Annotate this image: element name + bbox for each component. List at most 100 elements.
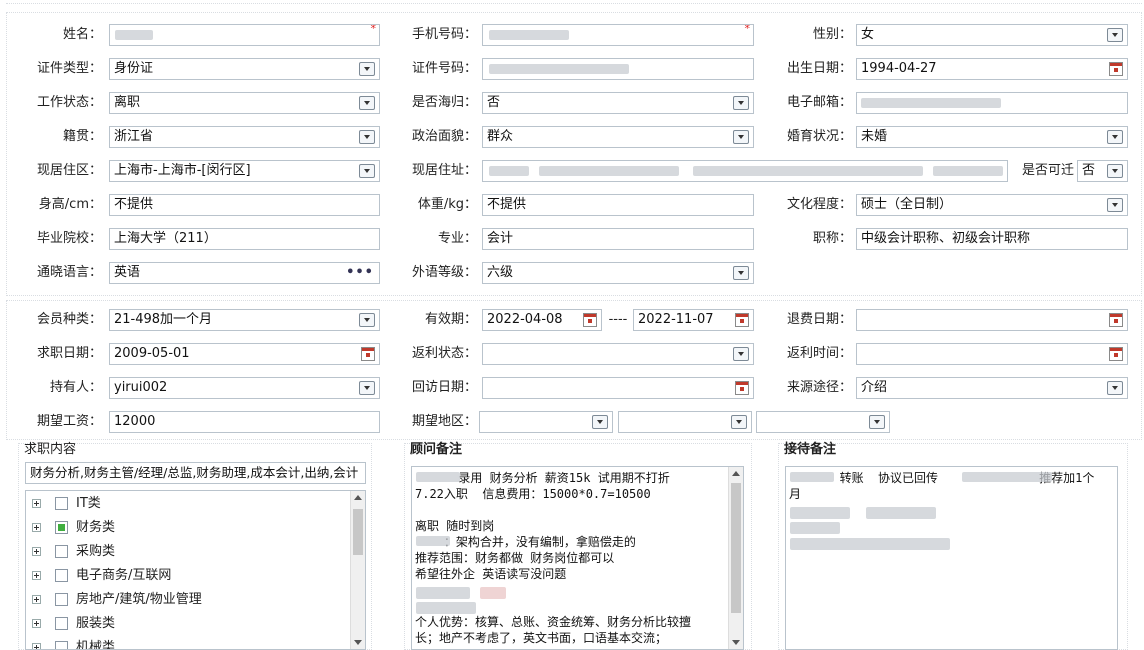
scroll-up-icon[interactable] [354, 495, 362, 500]
major-field[interactable]: 会计 [482, 228, 754, 250]
calendar-icon[interactable] [735, 313, 749, 327]
note-line: 长；地产不考虑了，英文书面，口语基本交流； [415, 631, 668, 645]
job-date-field[interactable]: 2009-05-01 [109, 343, 380, 365]
chevron-down-icon[interactable] [359, 381, 375, 395]
category-checkbox[interactable] [55, 521, 68, 534]
category-checkbox[interactable] [55, 641, 68, 649]
region-city-select[interactable] [618, 411, 752, 433]
chevron-down-icon[interactable] [1107, 381, 1123, 395]
valid-end-field[interactable]: 2022-11-07 [633, 309, 754, 331]
email-field[interactable] [856, 92, 1128, 114]
marital-value: 未婚 [861, 129, 888, 144]
id-type-select[interactable]: 身份证 [109, 58, 380, 80]
residence-area-select[interactable]: 上海市-上海市-[闵行区] [109, 160, 380, 182]
calendar-icon[interactable] [735, 381, 749, 395]
tree-scrollbar[interactable] [350, 491, 365, 649]
scroll-thumb[interactable] [353, 509, 363, 555]
name-field[interactable]: * [109, 24, 380, 46]
chevron-down-icon[interactable] [359, 164, 375, 178]
chevron-down-icon[interactable] [1107, 28, 1123, 42]
address-field[interactable] [482, 160, 1008, 182]
category-checkbox[interactable] [55, 617, 68, 630]
refund-date-field[interactable] [856, 309, 1128, 331]
chevron-down-icon[interactable] [359, 130, 375, 144]
phone-field[interactable]: * [482, 24, 754, 46]
birth-date-field[interactable]: 1994-04-27 [856, 58, 1128, 80]
education-select[interactable]: 硕士（全日制） [856, 194, 1128, 216]
chevron-down-icon[interactable] [869, 415, 885, 429]
chevron-down-icon[interactable] [733, 347, 749, 361]
chevron-down-icon[interactable] [1107, 198, 1123, 212]
gender-select[interactable]: 女 [856, 24, 1128, 46]
category-checkbox[interactable] [55, 593, 68, 606]
scroll-down-icon[interactable] [732, 640, 740, 645]
chevron-down-icon[interactable] [731, 415, 747, 429]
calendar-icon[interactable] [583, 313, 597, 327]
required-star-icon: * [370, 24, 377, 35]
personal-info-frame [6, 12, 1142, 296]
marital-select[interactable]: 未婚 [856, 126, 1128, 148]
reception-notes-textarea[interactable]: 转账 协议已回传 推荐加1个 月 [785, 466, 1118, 650]
member-type-select[interactable]: 21-498加一个月 [109, 309, 380, 331]
scroll-up-icon[interactable] [732, 471, 740, 476]
consultant-notes-textarea[interactable]: 录用 财务分析 薪资15k 试用期不打折 7.22入职 信息费用：15000*0… [411, 466, 744, 650]
job-content-summary[interactable]: 财务分析,财务主管/经理/总监,财务助理,成本会计,出纳,会计 [25, 462, 366, 484]
notes-scrollbar[interactable] [728, 467, 743, 649]
height-field[interactable]: 不提供 [109, 194, 380, 216]
expand-icon[interactable] [32, 619, 41, 628]
id-number-field[interactable] [482, 58, 754, 80]
rebate-time-field[interactable] [856, 343, 1128, 365]
chevron-down-icon[interactable] [1107, 164, 1123, 178]
chevron-down-icon[interactable] [359, 96, 375, 110]
expand-icon[interactable] [32, 523, 41, 532]
category-checkbox[interactable] [55, 569, 68, 582]
calendar-icon[interactable] [1109, 347, 1123, 361]
note-line: 转账 协议已回传 推荐加1个 [789, 471, 1095, 485]
chevron-down-icon[interactable] [592, 415, 608, 429]
chevron-down-icon[interactable] [733, 96, 749, 110]
weight-field[interactable]: 不提供 [482, 194, 754, 216]
visit-date-field[interactable] [482, 377, 754, 399]
salary-field[interactable]: 12000 [109, 411, 380, 433]
note-redacted [416, 472, 460, 482]
region-province-select[interactable] [479, 411, 613, 433]
valid-start-field[interactable]: 2022-04-08 [482, 309, 602, 331]
expand-icon[interactable] [32, 499, 41, 508]
language-field[interactable]: 英语 ••• [109, 262, 380, 284]
returnee-select[interactable]: 否 [482, 92, 754, 114]
region-district-select[interactable] [756, 411, 890, 433]
work-status-select[interactable]: 离职 [109, 92, 380, 114]
scroll-thumb[interactable] [731, 483, 741, 613]
scroll-down-icon[interactable] [354, 640, 362, 645]
note-redacted [866, 507, 936, 519]
expand-icon[interactable] [32, 571, 41, 580]
category-tree[interactable]: IT类 财务类 采购类 电子商务/互联网 房地产/建筑/物业管理 服装类 机械类 [25, 490, 366, 650]
calendar-icon[interactable] [1109, 313, 1123, 327]
category-checkbox[interactable] [55, 497, 68, 510]
language-level-select[interactable]: 六级 [482, 262, 754, 284]
holder-select[interactable]: yirui002 [109, 377, 380, 399]
more-options-icon[interactable]: ••• [346, 263, 374, 283]
political-select[interactable]: 群众 [482, 126, 754, 148]
chevron-down-icon[interactable] [1107, 130, 1123, 144]
residence-area-value: 上海市-上海市-[闵行区] [114, 163, 251, 178]
expand-icon[interactable] [32, 595, 41, 604]
calendar-icon[interactable] [361, 347, 375, 361]
member-type-label: 会员种类： [36, 312, 102, 327]
native-place-label: 籍贯： [62, 129, 102, 144]
relocate-select[interactable]: 否 [1077, 160, 1128, 182]
source-select[interactable]: 介绍 [856, 377, 1128, 399]
chevron-down-icon[interactable] [359, 313, 375, 327]
expand-icon[interactable] [32, 643, 41, 649]
native-place-value: 浙江省 [114, 129, 154, 144]
school-field[interactable]: 上海大学（211） [109, 228, 380, 250]
title-field[interactable]: 中级会计职称、初级会计职称 [856, 228, 1128, 250]
chevron-down-icon[interactable] [733, 130, 749, 144]
chevron-down-icon[interactable] [733, 266, 749, 280]
category-checkbox[interactable] [55, 545, 68, 558]
rebate-status-select[interactable] [482, 343, 754, 365]
chevron-down-icon[interactable] [359, 62, 375, 76]
native-place-select[interactable]: 浙江省 [109, 126, 380, 148]
expand-icon[interactable] [32, 547, 41, 556]
calendar-icon[interactable] [1109, 62, 1123, 76]
